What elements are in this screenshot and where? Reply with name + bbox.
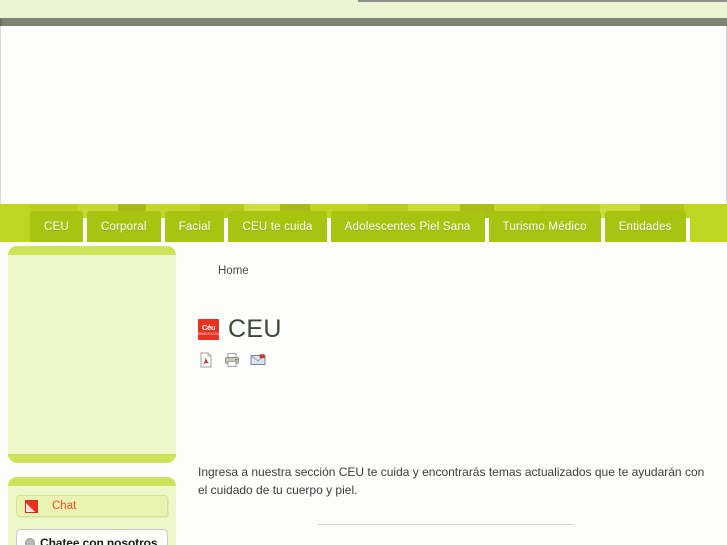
nav-button-bar: CEU Corporal Facial CEU te cuida Adolesc… [0,211,727,242]
chat-widget-card[interactable]: Chatee con nosotros Offline [16,529,168,545]
site-header-banner [0,26,727,209]
main-content: Home Céu DERMATOLOGIA CEU [186,246,719,525]
chat-panel-body: Chat Chatee con nosotros Offline [8,486,176,545]
ceu-brand-logo-icon: Céu DERMATOLOGIA [198,319,219,340]
nav-item-label: CEU [44,220,69,233]
nav-item-corporal[interactable]: Corporal [86,211,161,242]
top-background-band [0,0,727,18]
chat-icon [25,499,38,513]
email-icon[interactable] [250,352,266,368]
nav-item-ceu-te-cuida[interactable]: CEU te cuida [228,211,327,242]
nav-item-adolescentes-piel-sana[interactable]: Adolescentes Piel Sana [330,211,485,242]
nav-item-turismo-medico[interactable]: Turismo Médico [488,211,601,242]
chat-status-dot-icon [25,538,35,545]
top-gray-bar [0,18,727,26]
panel-empty-body [8,255,176,454]
pdf-icon[interactable] [198,352,214,368]
sidebar: Chat Chatee con nosotros Offline [8,246,176,545]
content-divider [318,524,574,525]
nav-item-label: CEU te cuida [242,220,313,233]
brand-logo-secondary: DERMATOLOGIA [198,331,219,336]
article-tools [186,344,719,368]
chat-tab-label: Chat [52,500,77,512]
panel-top-cap [8,246,176,255]
sidebar-empty-panel [8,246,176,463]
breadcrumb[interactable]: Home [186,246,719,277]
sidebar-chat-panel: Chat Chatee con nosotros Offline [8,477,176,545]
print-icon[interactable] [224,352,240,368]
nav-item-label: Turismo Médico [502,220,587,233]
page-root: CEU Corporal Facial CEU te cuida Adolesc… [0,0,727,545]
panel-bottom-cap [8,454,176,463]
nav-trailing-spacer [689,211,727,242]
chat-tab-button[interactable]: Chat [16,495,168,517]
chat-widget-title: Chatee con nosotros [40,536,158,545]
nav-leading-spacer [0,211,30,242]
nav-item-entidades[interactable]: Entidades [604,211,686,242]
nav-item-label: Adolescentes Piel Sana [344,220,471,233]
chat-panel-top-cap [8,477,176,486]
nav-item-ceu[interactable]: CEU [30,211,83,242]
intro-paragraph: Ingresa a nuestra sección CEU te cuida y… [198,465,705,497]
page-title-row: Céu DERMATOLOGIA CEU [186,277,719,344]
brand-logo-primary: Céu [201,322,216,332]
nav-item-label: Corporal [100,220,147,233]
nav-item-label: Entidades [618,220,672,233]
top-hairline-divider [358,0,727,2]
nav-item-facial[interactable]: Facial [164,211,225,242]
page-title: CEU [228,315,282,343]
top-gray-bar-edge [0,18,2,26]
primary-navigation: CEU Corporal Facial CEU te cuida Adolesc… [0,204,727,242]
nav-item-label: Facial [178,220,211,233]
